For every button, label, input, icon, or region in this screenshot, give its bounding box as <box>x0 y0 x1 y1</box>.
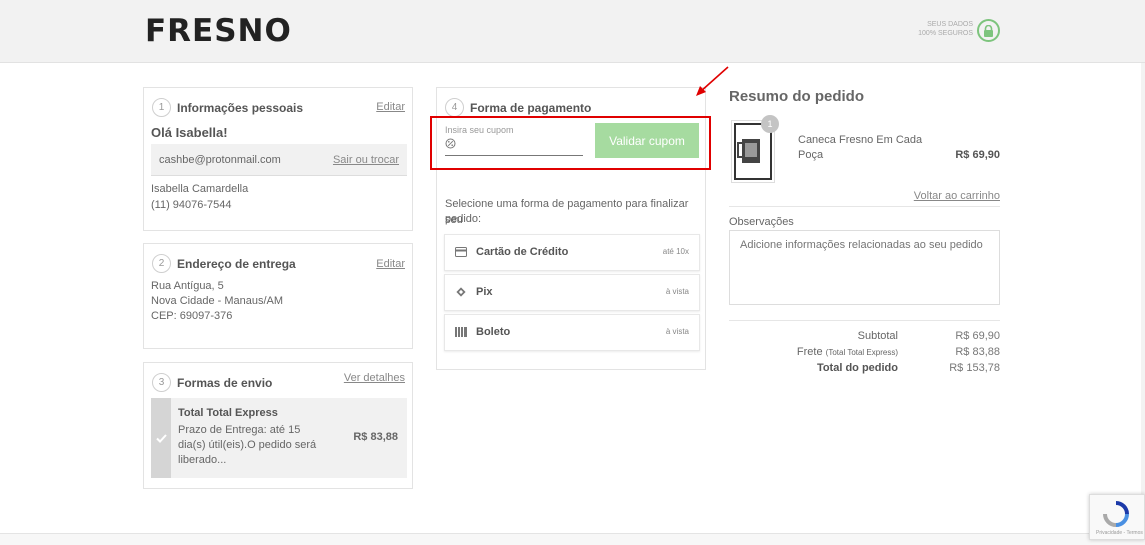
email-text: cashbe@protonmail.com <box>159 154 281 166</box>
subtotal-label: Subtotal <box>857 330 898 342</box>
edit-address-link[interactable]: Editar <box>376 258 405 270</box>
boleto-label: Boleto <box>476 326 511 338</box>
freight-label-text: Frete <box>796 346 823 358</box>
customer-phone: (11) 94076-7544 <box>151 199 232 211</box>
page-scrollbar[interactable] <box>1141 63 1145 545</box>
credit-card-note: até 10x <box>662 247 689 256</box>
summary-divider-1 <box>729 206 1000 207</box>
pix-icon <box>456 287 466 297</box>
shipping-methods-card: 3 Formas de envio Ver detalhes Total Tot… <box>143 362 413 489</box>
pix-note: à vista <box>665 287 689 296</box>
edit-personal-link[interactable]: Editar <box>376 101 405 113</box>
freight-label: Frete (Total Total Express) <box>760 346 898 358</box>
freight-detail-text: (Total Total Express) <box>825 348 898 357</box>
payment-instruction-1: Selecione uma forma de pagamento para fi… <box>445 198 689 226</box>
secure-data-label: SEUS DADOS 100% SEGUROS <box>905 20 973 38</box>
page-header: FRESNO SEUS DADOS 100% SEGUROS <box>0 0 1145 63</box>
payment-option-credit-card[interactable]: Cartão de Crédito até 10x <box>444 234 700 271</box>
email-bar: cashbe@protonmail.com Sair ou trocar <box>151 144 407 176</box>
shipping-option-name: Total Total Express <box>178 407 278 419</box>
page-footer-edge <box>0 533 1145 545</box>
personal-info-card: 1 Informações pessoais Editar Olá Isabel… <box>143 87 413 231</box>
order-summary-title: Resumo do pedido <box>729 88 864 105</box>
step-number-2: 2 <box>152 254 171 273</box>
order-total-value: R$ 153,78 <box>949 362 1000 374</box>
checkmark-icon <box>151 398 171 478</box>
freight-value: R$ 83,88 <box>955 346 1000 358</box>
switch-account-link[interactable]: Sair ou trocar <box>333 154 399 166</box>
pix-label: Pix <box>476 286 493 298</box>
coupon-highlight-box <box>430 116 711 170</box>
quantity-badge: 1 <box>761 115 779 133</box>
credit-card-icon <box>455 247 467 257</box>
payment-title: Forma de pagamento <box>470 101 592 115</box>
delivery-address-card: 2 Endereço de entrega Editar Rua Antígua… <box>143 243 413 349</box>
summary-divider-2 <box>729 320 1000 321</box>
shipping-option-desc-2: dia(s) útil(eis).O pedido será <box>178 439 317 451</box>
view-details-link[interactable]: Ver detalhes <box>344 372 405 384</box>
barcode-icon <box>455 327 467 337</box>
greeting-text: Olá Isabella! <box>151 125 228 140</box>
address-line-3: CEP: 69097-376 <box>151 310 233 322</box>
credit-card-label: Cartão de Crédito <box>476 246 569 258</box>
back-to-cart-link[interactable]: Voltar ao carrinho <box>900 190 1000 202</box>
notes-textarea[interactable] <box>729 230 1000 305</box>
product-price: R$ 69,90 <box>955 149 1000 161</box>
customer-name: Isabella Camardella <box>151 183 249 195</box>
annotation-arrow-icon <box>696 66 729 96</box>
shipping-title: Formas de envio <box>177 376 273 390</box>
step-number-3: 3 <box>152 373 171 392</box>
boleto-note: à vista <box>665 327 689 336</box>
shipping-option-selected[interactable]: Total Total Express Prazo de Entrega: at… <box>151 398 407 478</box>
lock-icon <box>977 19 1000 42</box>
secure-line-1: SEUS DADOS <box>927 21 973 28</box>
shipping-option-desc-3: liberado... <box>178 454 227 466</box>
payment-option-pix[interactable]: Pix à vista <box>444 274 700 311</box>
address-line-2: Nova Cidade - Manaus/AM <box>151 295 284 307</box>
step-number-1: 1 <box>152 98 171 117</box>
recaptcha-icon <box>1103 501 1129 527</box>
address-line-1: Rua Antígua, 5 <box>151 280 224 292</box>
payment-option-boleto[interactable]: Boleto à vista <box>444 314 700 351</box>
fresno-logo[interactable]: FRESNO <box>145 13 292 49</box>
product-name-line-1: Caneca Fresno Em Cada <box>798 134 923 146</box>
order-total-label: Total do pedido <box>816 362 898 374</box>
address-title: Endereço de entrega <box>177 257 296 271</box>
payment-instruction-2: pedido: <box>445 213 482 225</box>
recaptcha-text: Privacidade - Termos <box>1096 530 1143 536</box>
notes-label: Observações <box>729 216 794 228</box>
product-name-line-2: Poça <box>798 149 824 161</box>
step-number-4: 4 <box>445 98 464 117</box>
secure-line-2: 100% SEGUROS <box>918 30 973 37</box>
subtotal-value: R$ 69,90 <box>955 330 1000 342</box>
shipping-option-price: R$ 83,88 <box>353 431 398 443</box>
recaptcha-badge[interactable]: Privacidade - Termos <box>1089 494 1145 540</box>
shipping-option-desc-1: Prazo de Entrega: até 15 <box>178 424 301 436</box>
personal-info-title: Informações pessoais <box>177 101 304 115</box>
